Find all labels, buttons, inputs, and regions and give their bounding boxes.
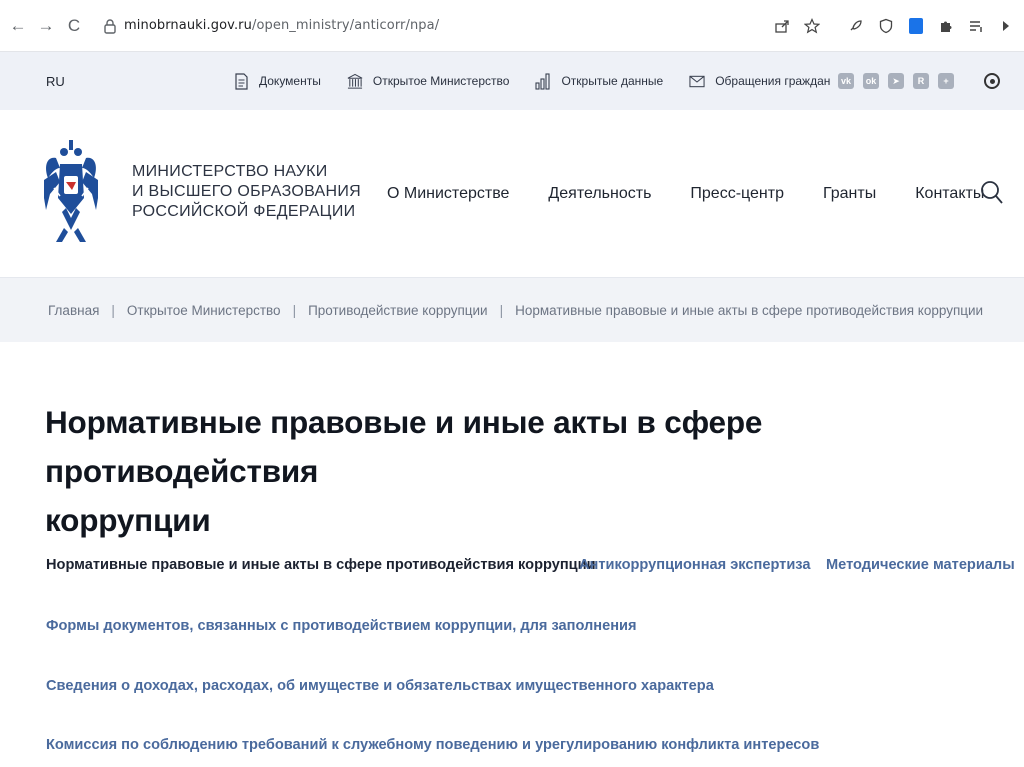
breadcrumb-separator: | <box>292 302 297 318</box>
search-icon[interactable] <box>980 180 1004 206</box>
breadcrumb-bar: Главная | Открытое Министерство | Против… <box>0 278 1024 342</box>
document-icon <box>233 72 249 90</box>
browser-actions <box>772 16 1016 36</box>
social-links: vk ok ➤ R + <box>838 73 954 89</box>
url-text[interactable]: minobrnauki.gov.ru/open_ministry/anticor… <box>124 18 439 33</box>
lock-icon[interactable] <box>102 18 118 34</box>
appeals-link[interactable]: Обращения граждан <box>689 72 830 90</box>
section-link-conflict-commission[interactable]: Комиссия по соблюдению требований к служ… <box>46 737 819 753</box>
site-header: Министерство науки и высшего образования… <box>0 110 1024 278</box>
open-ministry-link-label: Открытое Министерство <box>372 74 510 88</box>
open-data-link-label: Открытые данные <box>561 74 664 88</box>
share-icon[interactable] <box>772 16 792 36</box>
open-ministry-link[interactable]: Открытое Министерство <box>347 72 510 90</box>
vk-icon[interactable]: vk <box>838 73 854 89</box>
nav-about-ministry[interactable]: О Министерстве <box>387 185 509 203</box>
breadcrumb-anticorruption[interactable]: Противодействие коррупции <box>308 303 488 318</box>
page-title-line-1: Нормативные правовые и иные акты в сфере… <box>45 404 763 489</box>
ok-icon[interactable]: ok <box>863 73 879 89</box>
main-nav: О Министерстве Деятельность Пресс-центр … <box>387 185 984 203</box>
browser-toolbar: ← → C minobrnauki.gov.ru/open_ministry/a… <box>0 0 1024 52</box>
language-switch[interactable]: RU <box>46 74 65 89</box>
section-link-normative-acts[interactable]: Нормативные правовые и иные акты в сфере… <box>46 557 596 573</box>
bar-chart-icon <box>535 72 551 90</box>
ministry-name-line-1: Министерство науки <box>132 163 328 180</box>
translate-extension-icon[interactable] <box>906 16 926 36</box>
url-host: minobrnauki.gov.ru <box>124 18 252 33</box>
telegram-icon[interactable]: ➤ <box>888 73 904 89</box>
rocket-icon[interactable] <box>846 16 866 36</box>
utility-links: Документы Открытое Министерство Открытые… <box>233 72 856 90</box>
breadcrumb-open-ministry[interactable]: Открытое Министерство <box>127 303 281 318</box>
reading-list-icon[interactable] <box>966 16 986 36</box>
breadcrumb: Главная | Открытое Министерство | Против… <box>48 303 983 318</box>
section-link-methodical-materials[interactable]: Методические материалы <box>826 557 1015 573</box>
star-icon[interactable] <box>802 16 822 36</box>
reload-icon[interactable]: C <box>60 12 88 40</box>
url-path: /open_ministry/anticorr/npa/ <box>251 18 440 33</box>
ministry-name-line-3: Российской Федерации <box>132 203 356 220</box>
section-link-income-declarations[interactable]: Сведения о доходах, расходах, об имущест… <box>46 678 714 694</box>
page-title: Нормативные правовые и иные акты в сфере… <box>45 398 1020 545</box>
address-bar[interactable]: minobrnauki.gov.ru/open_ministry/anticor… <box>102 11 772 41</box>
nav-press-center[interactable]: Пресс-центр <box>690 185 784 203</box>
breadcrumb-separator: | <box>111 302 115 318</box>
browser-nav: ← → C <box>4 12 88 40</box>
documents-link[interactable]: Документы <box>233 72 321 90</box>
utility-bar: RU Документы Открытое Министерство Откры… <box>0 52 1024 110</box>
open-data-link[interactable]: Открытые данные <box>535 72 663 90</box>
breadcrumb-current: Нормативные правовые и иные акты в сфере… <box>515 302 984 318</box>
nav-contacts[interactable]: Контакты <box>915 185 984 203</box>
rutube-icon[interactable]: R <box>913 73 929 89</box>
forward-icon[interactable]: → <box>32 12 60 40</box>
back-icon[interactable]: ← <box>4 12 32 40</box>
puzzle-extension-icon[interactable] <box>936 16 956 36</box>
shield-icon[interactable] <box>876 16 896 36</box>
plus-icon[interactable]: + <box>938 73 954 89</box>
ministry-name-line-2: и высшего образования <box>132 183 362 200</box>
building-icon <box>347 72 363 90</box>
envelope-icon <box>689 72 705 90</box>
page-title-line-2: коррупции <box>45 502 211 538</box>
nav-activity[interactable]: Деятельность <box>548 185 651 203</box>
coat-of-arms-logo[interactable] <box>42 138 100 248</box>
section-link-document-forms[interactable]: Формы документов, связанных с противодей… <box>46 618 637 634</box>
sidebar-toggle-icon[interactable] <box>996 16 1016 36</box>
breadcrumb-home[interactable]: Главная <box>48 303 99 318</box>
appeals-link-label: Обращения граждан <box>715 74 831 88</box>
nav-grants[interactable]: Гранты <box>823 185 876 203</box>
documents-link-label: Документы <box>259 74 321 88</box>
section-link-anticorruption-expertise[interactable]: Антикоррупционная экспертиза <box>579 557 810 573</box>
ministry-name[interactable]: Министерство науки и высшего образования… <box>132 162 361 222</box>
accessibility-icon[interactable] <box>984 73 1000 89</box>
breadcrumb-separator: | <box>499 302 504 318</box>
